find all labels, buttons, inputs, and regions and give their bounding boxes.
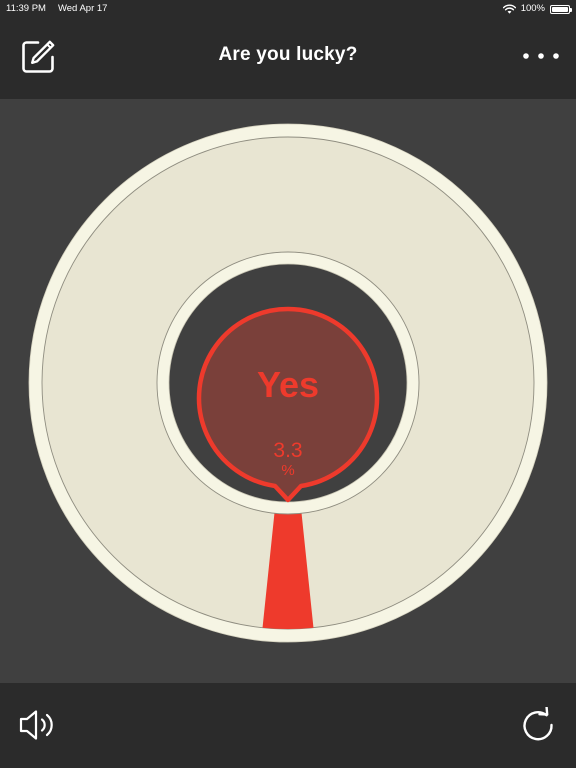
status-left: 11:39 PM Wed Apr 17 xyxy=(6,0,107,18)
segment-percent-value: 3.3 xyxy=(273,439,302,462)
roulette-wheel[interactable]: Yes 3.3 % xyxy=(0,99,576,683)
status-date: Wed Apr 17 xyxy=(57,3,108,14)
status-time: 11:39 PM xyxy=(6,3,46,14)
battery-tip xyxy=(570,7,572,12)
reset-button[interactable] xyxy=(520,706,556,743)
main-area: Yes 3.3 % xyxy=(0,99,576,683)
battery-percent: 100% xyxy=(520,3,545,14)
wifi-icon xyxy=(502,4,516,14)
battery-icon xyxy=(550,4,572,14)
nav-bar: Are you lucky? xyxy=(0,18,576,99)
refresh-icon xyxy=(523,706,553,741)
app-screen: 11:39 PM Wed Apr 17 100% Are you lucky? … xyxy=(0,0,576,768)
sound-button[interactable] xyxy=(18,707,58,743)
status-bar: 11:39 PM Wed Apr 17 100% xyxy=(0,0,576,18)
more-icon xyxy=(523,53,559,59)
more-button[interactable] xyxy=(520,44,562,68)
speaker-icon xyxy=(19,710,53,740)
segment-label: Yes xyxy=(257,364,319,405)
bottom-toolbar xyxy=(0,683,576,768)
segment-percent-sign: % xyxy=(281,462,294,479)
page-title: Are you lucky? xyxy=(218,44,358,65)
status-right: 100% xyxy=(502,0,572,18)
battery-fill xyxy=(552,6,568,12)
